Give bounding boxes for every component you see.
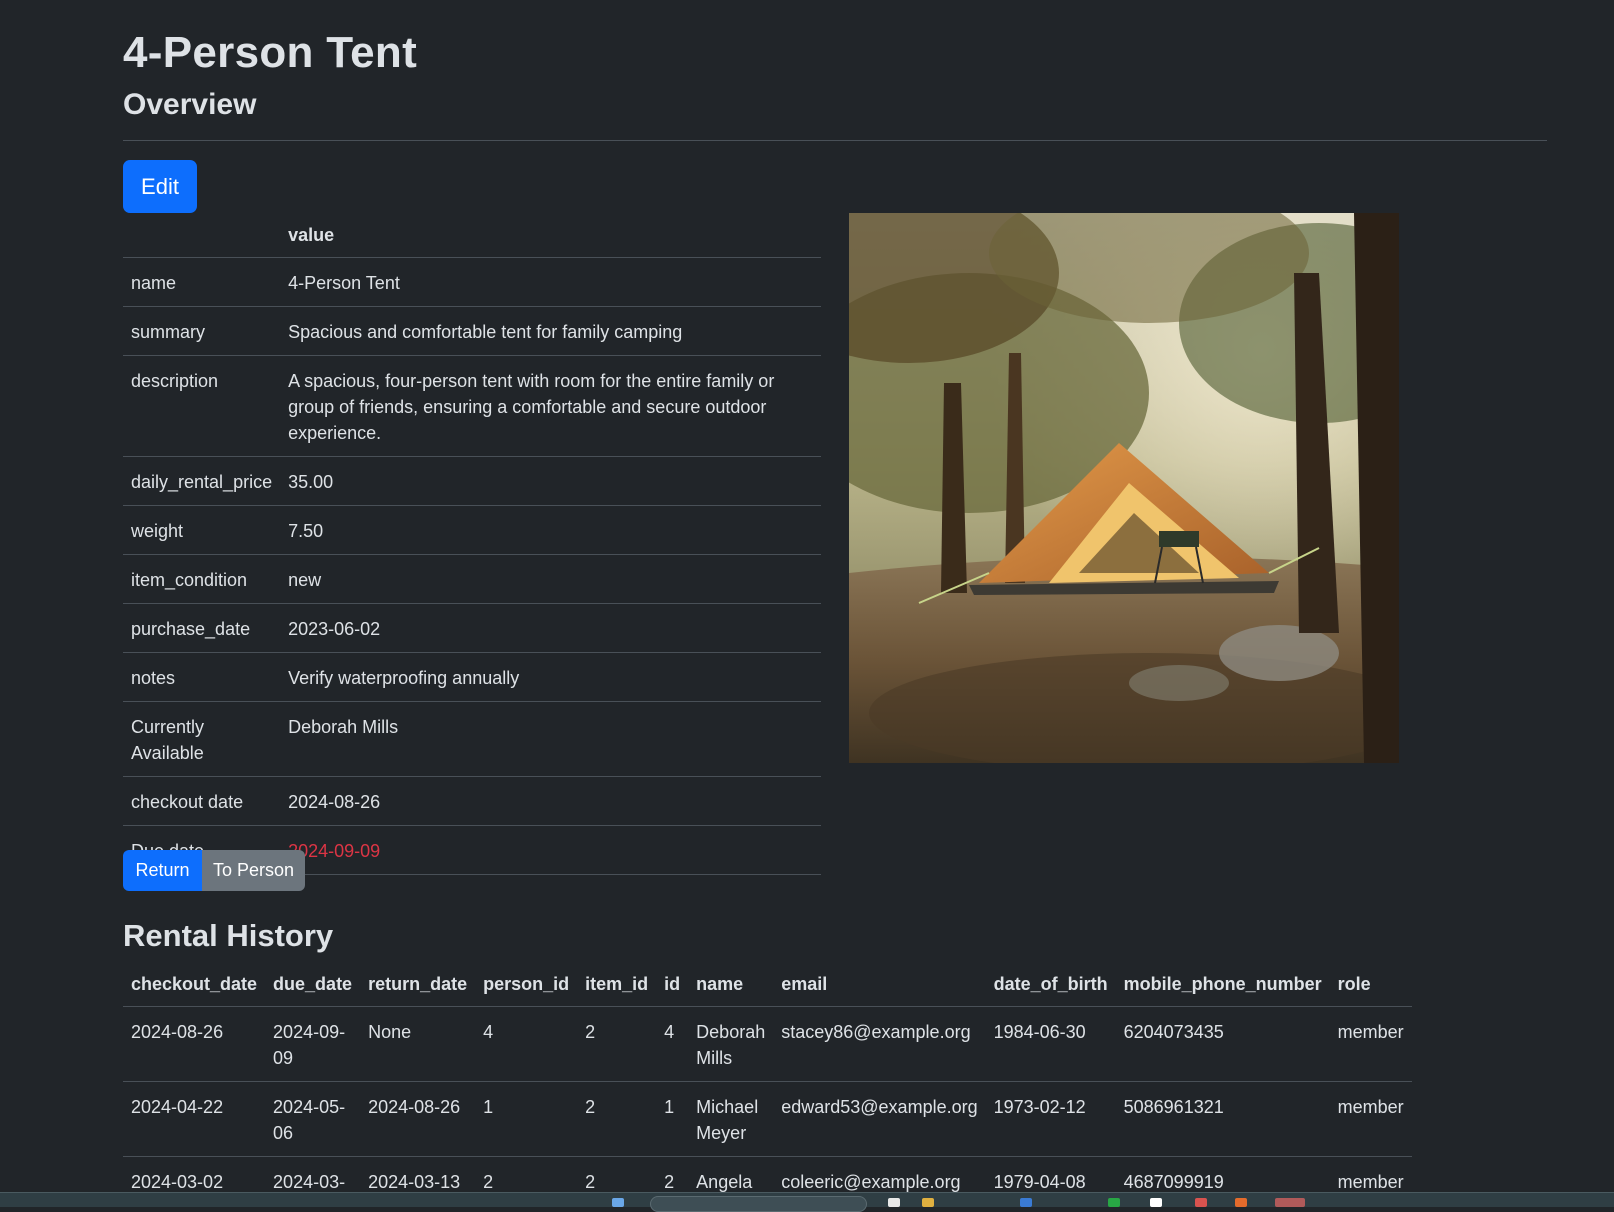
detail-value: 2024-08-26 (280, 776, 821, 826)
os-taskbar (0, 1192, 1614, 1212)
divider (123, 140, 1547, 141)
section-title-overview: Overview (123, 88, 257, 121)
table-cell: 4 (656, 1006, 689, 1082)
column-header: date_of_birth (985, 962, 1116, 1007)
detail-row-checkout-date: checkout date 2024-08-26 (123, 776, 821, 826)
detail-row-currently-available: Currently Available Deborah Mills (123, 701, 821, 777)
column-header: email (773, 962, 986, 1007)
detail-row-description: description A spacious, four-person tent… (123, 355, 821, 457)
detail-row-weight: weight 7.50 (123, 505, 821, 555)
detail-key: item_condition (123, 554, 281, 604)
taskbar-search-box[interactable] (650, 1196, 867, 1212)
table-cell: 2024-08-26 (123, 1006, 266, 1082)
detail-value: 7.50 (280, 505, 821, 555)
table-cell: 6204073435 (1115, 1006, 1330, 1082)
page-title: 4-Person Tent (123, 28, 418, 77)
action-button-group: Return To Person (123, 850, 305, 891)
item-photo (849, 213, 1399, 763)
to-person-button[interactable]: To Person (202, 850, 305, 891)
detail-row-daily-rental-price: daily_rental_price 35.00 (123, 456, 821, 506)
tent-photo-illustration (849, 213, 1399, 763)
column-header: role (1329, 962, 1412, 1007)
detail-key: weight (123, 505, 281, 555)
column-header: due_date (265, 962, 361, 1007)
detail-value: Spacious and comfortable tent for family… (280, 306, 821, 356)
detail-header-value: value (280, 213, 821, 258)
detail-header-row: value (123, 213, 821, 258)
detail-value: Deborah Mills (280, 701, 821, 777)
detail-key: notes (123, 652, 281, 702)
rental-history-heading: Rental History (123, 918, 334, 953)
detail-row-summary: summary Spacious and comfortable tent fo… (123, 306, 821, 356)
column-header: name (688, 962, 774, 1007)
table-cell: Michael Meyer (688, 1081, 774, 1157)
detail-row-notes: notes Verify waterproofing annually (123, 652, 821, 702)
detail-value: 35.00 (280, 456, 821, 506)
detail-key: Currently Available (123, 701, 281, 777)
edit-button[interactable]: Edit (123, 160, 197, 213)
detail-key: daily_rental_price (123, 456, 281, 506)
detail-value: 4-Person Tent (280, 257, 821, 307)
table-row: 2024-04-22 2024-05-06 2024-08-26 1 2 1 M… (123, 1081, 1412, 1157)
table-cell: 2 (577, 1006, 657, 1082)
table-cell: Deborah Mills (688, 1006, 774, 1082)
table-cell: 4 (475, 1006, 578, 1082)
table-cell: 1973-02-12 (985, 1081, 1116, 1157)
table-cell: None (360, 1006, 476, 1082)
column-header: item_id (577, 962, 657, 1007)
history-header-row: checkout_date due_date return_date perso… (123, 962, 1412, 1007)
return-button[interactable]: Return (123, 850, 202, 891)
table-cell: 2024-08-26 (360, 1081, 476, 1157)
detail-key: name (123, 257, 281, 307)
table-cell: 5086961321 (1115, 1081, 1330, 1157)
detail-value: A spacious, four-person tent with room f… (280, 355, 821, 457)
table-cell: 1984-06-30 (985, 1006, 1116, 1082)
detail-value: Verify waterproofing annually (280, 652, 821, 702)
detail-key: checkout date (123, 776, 281, 826)
table-row: 2024-08-26 2024-09-09 None 4 2 4 Deborah… (123, 1006, 1412, 1082)
column-header: return_date (360, 962, 476, 1007)
detail-row-item-condition: item_condition new (123, 554, 821, 604)
detail-row-name: name 4-Person Tent (123, 257, 821, 307)
column-header: person_id (475, 962, 578, 1007)
detail-header-key (123, 213, 281, 258)
detail-key: description (123, 355, 281, 457)
table-cell: member (1329, 1006, 1412, 1082)
table-cell: 2024-09-09 (265, 1006, 361, 1082)
detail-value: new (280, 554, 821, 604)
table-cell: 2 (577, 1081, 657, 1157)
column-header: mobile_phone_number (1115, 962, 1330, 1007)
table-cell: stacey86@example.org (773, 1006, 986, 1082)
table-cell: member (1329, 1081, 1412, 1157)
column-header: id (656, 962, 689, 1007)
item-detail-table: value name 4-Person Tent summary Spaciou… (123, 213, 821, 875)
due-date-value: 2024-09-09 (280, 825, 821, 875)
table-cell: 2024-05-06 (265, 1081, 361, 1157)
detail-key: summary (123, 306, 281, 356)
table-cell: 1 (656, 1081, 689, 1157)
rental-history-table: checkout_date due_date return_date perso… (123, 962, 1412, 1206)
detail-row-purchase-date: purchase_date 2023-06-02 (123, 603, 821, 653)
table-cell: 1 (475, 1081, 578, 1157)
column-header: checkout_date (123, 962, 266, 1007)
detail-value: 2023-06-02 (280, 603, 821, 653)
detail-key: purchase_date (123, 603, 281, 653)
table-cell: 2024-04-22 (123, 1081, 266, 1157)
table-cell: edward53@example.org (773, 1081, 986, 1157)
